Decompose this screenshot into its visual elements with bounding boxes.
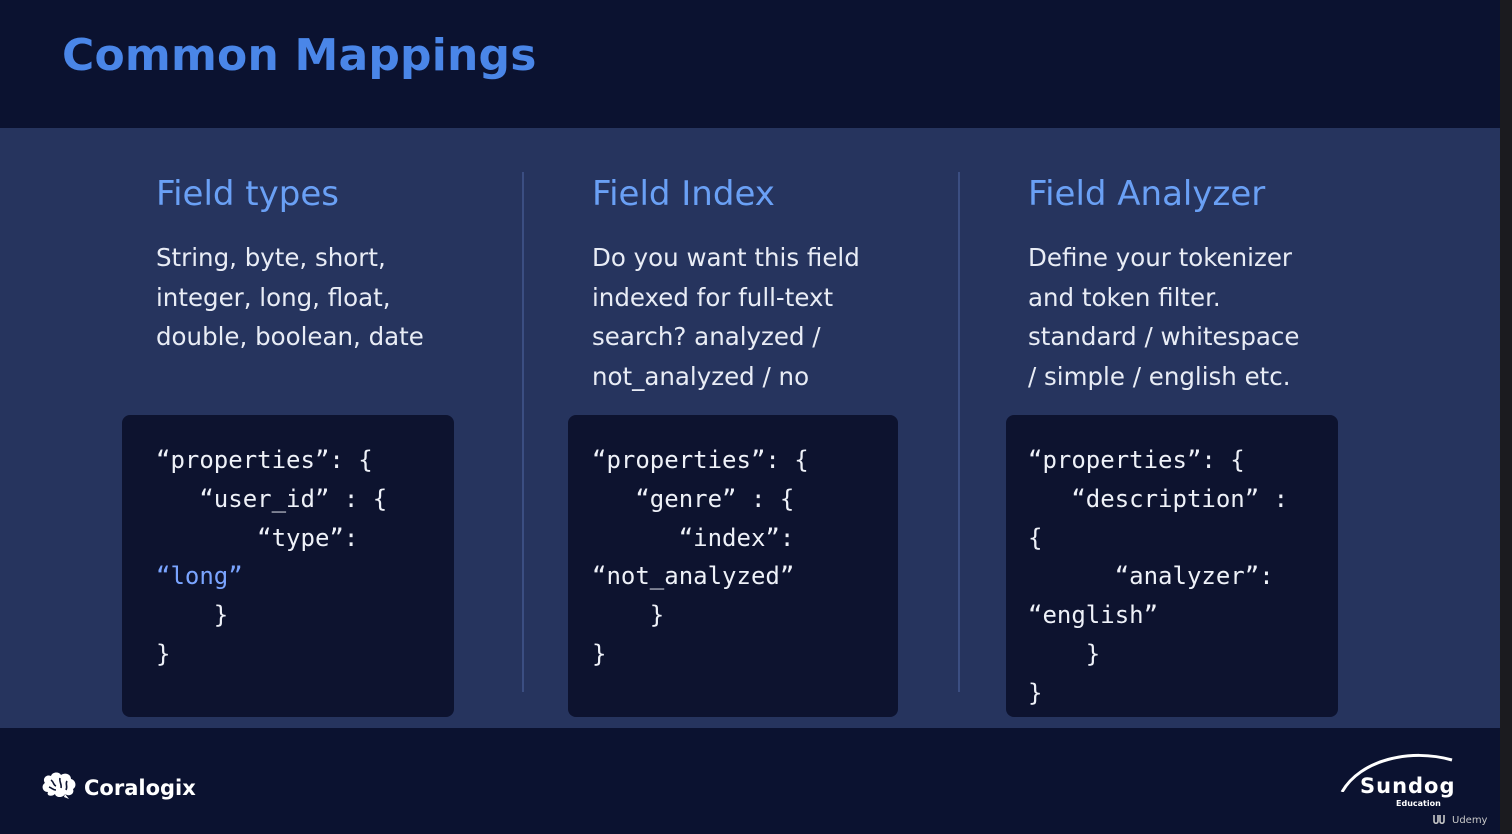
window-edge [1500, 0, 1512, 834]
code-line: “properties”: { [592, 446, 809, 474]
code-line: “english” [1028, 601, 1159, 630]
code-line: “genre” : { [592, 484, 795, 513]
code-line: } [156, 601, 229, 630]
column-description-field-index: Do you want this field indexed for full-… [592, 243, 860, 391]
column-description-field-analyzer: Define your tokenizer and token filter. … [1028, 243, 1300, 391]
code-line: “index”: [592, 523, 795, 552]
code-text: “properties”: { “user_id” : { “type”: “l… [156, 441, 387, 674]
code-block-field-analyzer: “properties”: { “description” : { “analy… [1006, 415, 1338, 717]
code-line: } [1028, 639, 1101, 668]
column-divider [958, 172, 960, 692]
code-line: } [156, 639, 171, 668]
code-line: } [592, 601, 665, 630]
code-line: } [1028, 678, 1043, 707]
udemy-label: Udemy [1452, 815, 1488, 826]
code-line: { [1028, 523, 1043, 552]
code-line: “properties”: { [1028, 446, 1245, 474]
code-block-field-types: “properties”: { “user_id” : { “type”: “l… [122, 415, 454, 717]
code-block-field-index: “properties”: { “genre” : { “index”: “no… [568, 415, 898, 717]
column-description-field-types: String, byte, short, integer, long, floa… [156, 243, 424, 351]
slide-footer [0, 728, 1500, 834]
code-line: “user_id” : { [156, 484, 388, 513]
code-line: “type”: [156, 523, 359, 552]
slide-header: Common Mappings [0, 0, 1500, 128]
sundog-sublabel: Education [1396, 799, 1441, 808]
coralogix-logo: Coralogix [40, 770, 196, 805]
udemy-watermark: Udemy [1432, 812, 1487, 829]
sundog-label: Sundog [1360, 774, 1456, 798]
code-line: } [592, 639, 607, 668]
code-value: “long” [156, 562, 243, 591]
column-title-field-analyzer: Field Analyzer [1028, 174, 1266, 214]
coralogix-label: Coralogix [84, 775, 196, 800]
column-title-field-index: Field Index [592, 174, 775, 214]
code-line: “properties”: { [156, 446, 373, 474]
brain-icon [40, 770, 78, 805]
slide-title: Common Mappings [62, 30, 537, 81]
column-title-field-types: Field types [156, 174, 339, 214]
code-text: “properties”: { “genre” : { “index”: “no… [592, 441, 809, 674]
code-line: “description” : [1028, 484, 1289, 513]
code-text: “properties”: { “description” : { “analy… [1028, 441, 1288, 713]
udemy-icon [1432, 812, 1448, 829]
code-line: “analyzer”: [1028, 562, 1274, 591]
code-line: “not_analyzed” [592, 562, 795, 591]
column-divider [522, 172, 524, 692]
